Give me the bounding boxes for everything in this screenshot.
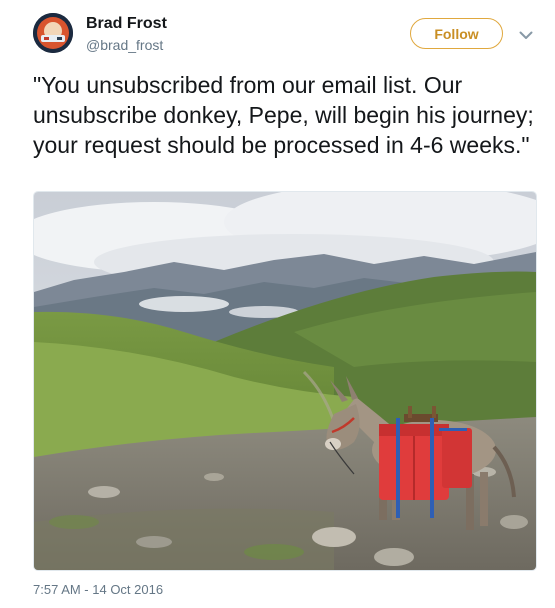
tweet-timestamp[interactable]: 7:57 AM - 14 Oct 2016 — [33, 582, 163, 597]
author-handle[interactable]: @brad_frost — [86, 37, 163, 53]
follow-button[interactable]: Follow — [410, 18, 503, 49]
chevron-down-icon[interactable] — [517, 26, 535, 44]
tweet-card: Brad Frost @brad_frost Follow "You unsub… — [0, 0, 555, 608]
author-name[interactable]: Brad Frost — [86, 15, 167, 33]
avatar[interactable] — [33, 13, 73, 53]
tweet-text: "You unsubscribed from our email list. O… — [33, 72, 534, 158]
tweet-photo[interactable] — [33, 191, 537, 571]
